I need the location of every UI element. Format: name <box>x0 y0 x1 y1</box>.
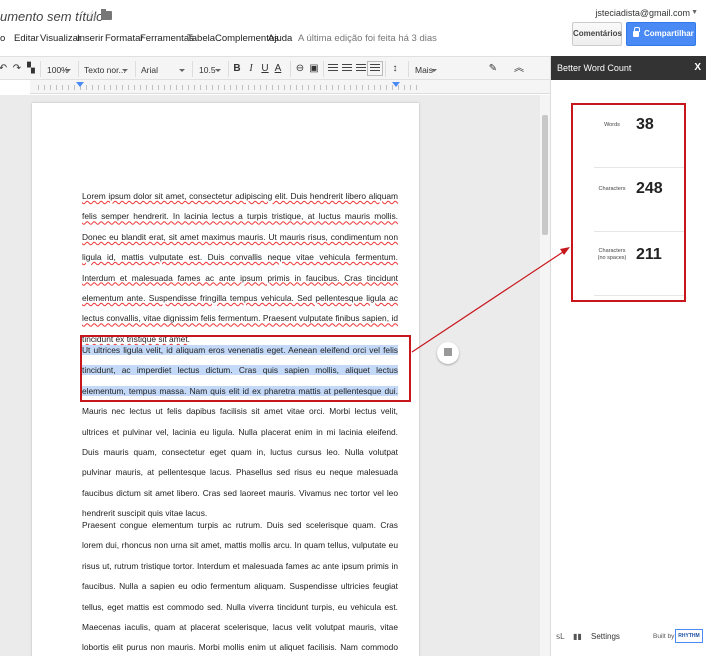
stat-label: Characters <box>598 186 626 192</box>
menu-help[interactable]: Ajuda <box>268 33 292 44</box>
font-size-value: 10.5 <box>199 65 216 75</box>
paragraph-1[interactable]: Lorem ipsum dolor sit amet, consectetur … <box>82 186 398 349</box>
indent-marker[interactable] <box>76 82 84 87</box>
redo-icon[interactable]: ↷ <box>10 61 24 77</box>
scrollbar-thumb[interactable] <box>542 115 548 235</box>
italic-button[interactable]: I <box>244 61 258 77</box>
menu-view[interactable]: Visualizar <box>40 33 81 44</box>
menu-format[interactable]: Formatar <box>105 33 144 44</box>
stat-value: 38 <box>636 116 654 133</box>
comment-icon[interactable]: ▣ <box>307 61 321 77</box>
paragraph-3[interactable]: Praesent congue elementum turpis ac rutr… <box>82 515 398 656</box>
paragraph-2[interactable]: Ut ultrices ligula velit, id aliquam ero… <box>82 340 398 524</box>
stat-characters: Characters 248 <box>594 168 686 232</box>
comments-button[interactable]: Comentários <box>572 22 622 46</box>
chevron-down-icon[interactable]: ▼ <box>691 9 698 16</box>
stat-value: 248 <box>636 180 663 197</box>
stat-label: Words <box>604 122 620 128</box>
underline-button[interactable]: U <box>258 61 272 77</box>
sidebar-header: Better Word Count X <box>551 56 706 80</box>
lock-icon <box>633 27 640 37</box>
menu-insert[interactable]: Inserir <box>77 33 103 44</box>
collapse-icon[interactable]: ︽ <box>512 61 526 77</box>
selected-text[interactable]: Ut ultrices ligula velit, id aliquam ero… <box>82 345 398 396</box>
stat-characters-no-spaces: Characters (no spaces) 211 <box>594 232 686 296</box>
style-value: Texto nor... <box>84 65 126 75</box>
share-button-label: Compartilhar <box>644 29 694 38</box>
style-dropdown[interactable]: Texto nor... <box>81 61 131 77</box>
align-justify-icon[interactable] <box>367 61 383 76</box>
link-icon[interactable]: ⊖ <box>293 61 307 77</box>
sidebar-title: Better Word Count <box>557 63 632 73</box>
right-indent-marker[interactable] <box>392 82 400 87</box>
logo-icon: ꜱL <box>556 632 565 641</box>
zoom-dropdown[interactable]: 100% <box>44 61 74 77</box>
share-button[interactable]: Compartilhar <box>626 22 696 46</box>
line-spacing-icon[interactable]: ↕ <box>388 61 402 77</box>
menu-tools[interactable]: Ferramentas <box>140 33 194 44</box>
bold-button[interactable]: B <box>230 61 244 77</box>
bars-icon: ▮▮ <box>573 632 582 641</box>
folder-icon[interactable] <box>101 9 112 20</box>
font-value: Arial <box>141 65 159 75</box>
word-count-sidebar: Better Word Count X Words 38 Characters … <box>550 56 706 656</box>
vertical-scrollbar[interactable] <box>540 95 550 656</box>
last-edit-notice[interactable]: A última edição foi feita há 3 dias <box>298 33 437 44</box>
more-dropdown[interactable]: Mais <box>412 61 440 77</box>
font-size-dropdown[interactable]: 10.5 <box>196 61 224 77</box>
paint-format-icon[interactable]: ▚ <box>24 61 38 77</box>
stat-value: 211 <box>636 246 662 263</box>
undo-icon[interactable]: ↶ <box>0 61 10 77</box>
align-right-icon[interactable] <box>356 64 366 73</box>
document-page[interactable]: Lorem ipsum dolor sit amet, consectetur … <box>32 103 419 656</box>
star-icon[interactable]: ☆ <box>86 7 99 24</box>
add-comment-button[interactable] <box>437 342 459 364</box>
rhythm-logo[interactable]: RHYTHM <box>675 629 703 643</box>
menu-table[interactable]: Tabela <box>187 33 215 44</box>
font-dropdown[interactable]: Arial <box>138 61 188 77</box>
sidebar-footer: ꜱL ▮▮ Settings Built by RHYTHM <box>551 622 706 652</box>
settings-link[interactable]: Settings <box>591 632 620 641</box>
paragraph-2-rest: Mauris nec lectus ut felis dapibus facil… <box>82 406 398 519</box>
align-left-icon[interactable] <box>328 64 338 73</box>
stat-words: Words 38 <box>594 104 686 168</box>
close-icon[interactable]: X <box>694 56 701 80</box>
user-email[interactable]: jsteciadista@gmail.com <box>595 8 690 18</box>
toolbar: ↶ ↷ ▚ 100% Texto nor... Arial 10.5 B I U… <box>0 56 550 80</box>
menu-file[interactable]: o <box>0 33 5 44</box>
pen-icon[interactable]: ✎ <box>486 61 500 77</box>
stat-label: Characters (no spaces) <box>597 248 627 261</box>
ruler <box>30 80 550 94</box>
stats-panel: Words 38 Characters 248 Characters (no s… <box>594 104 686 300</box>
menu-edit[interactable]: Editar <box>14 33 39 44</box>
text-color-button[interactable]: A <box>271 61 285 77</box>
document-canvas: Lorem ipsum dolor sit amet, consectetur … <box>0 95 540 656</box>
align-center-icon[interactable] <box>342 64 352 73</box>
built-by-label: Built by <box>653 633 675 640</box>
